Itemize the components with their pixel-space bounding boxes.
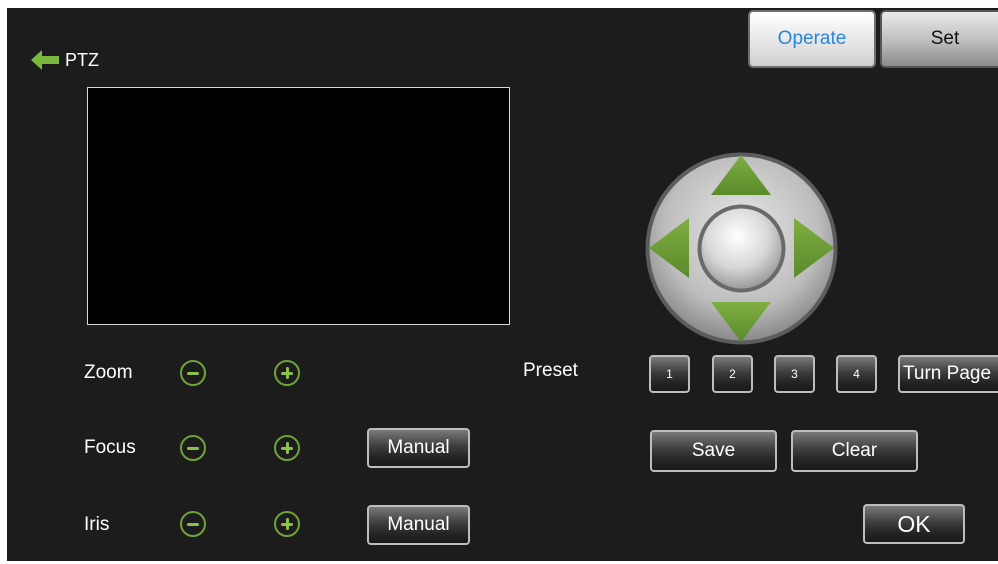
plus-icon	[281, 442, 293, 454]
focus-label: Focus	[84, 437, 136, 458]
center-button[interactable]	[701, 208, 782, 289]
tab-operate[interactable]: Operate	[748, 10, 876, 68]
iris-label: Iris	[84, 514, 110, 535]
preset-clear-button[interactable]: Clear	[791, 430, 918, 472]
turn-page-button[interactable]: Turn Page	[898, 355, 998, 393]
zoom-in-button[interactable]	[274, 360, 300, 386]
focus-manual-button[interactable]: Manual	[367, 428, 470, 468]
iris-open-button[interactable]	[274, 511, 300, 537]
tab-set[interactable]: Set	[880, 10, 998, 68]
iris-manual-button[interactable]: Manual	[367, 505, 470, 545]
focus-near-button[interactable]	[180, 435, 206, 461]
plus-icon	[281, 518, 293, 530]
video-preview	[87, 87, 510, 325]
preset-button-3[interactable]: 3	[774, 355, 815, 393]
preset-save-button[interactable]: Save	[650, 430, 777, 472]
minus-icon	[187, 371, 199, 375]
ok-button[interactable]: OK	[863, 504, 965, 544]
minus-icon	[187, 446, 199, 450]
iris-close-button[interactable]	[180, 511, 206, 537]
ptz-direction-pad	[645, 152, 838, 345]
minus-icon	[187, 522, 199, 526]
page-title: PTZ	[65, 49, 99, 70]
zoom-out-button[interactable]	[180, 360, 206, 386]
preset-button-1[interactable]: 1	[649, 355, 690, 393]
preset-button-2[interactable]: 2	[712, 355, 753, 393]
preset-label: Preset	[523, 360, 578, 381]
zoom-label: Zoom	[84, 362, 133, 383]
plus-icon	[281, 367, 293, 379]
left-arrow-icon	[31, 50, 59, 70]
focus-far-button[interactable]	[274, 435, 300, 461]
back-button[interactable]: PTZ	[29, 48, 99, 72]
ptz-screen: PTZ Operate Set Zoom Focus Manual Iris M…	[7, 8, 998, 561]
preset-button-4[interactable]: 4	[836, 355, 877, 393]
